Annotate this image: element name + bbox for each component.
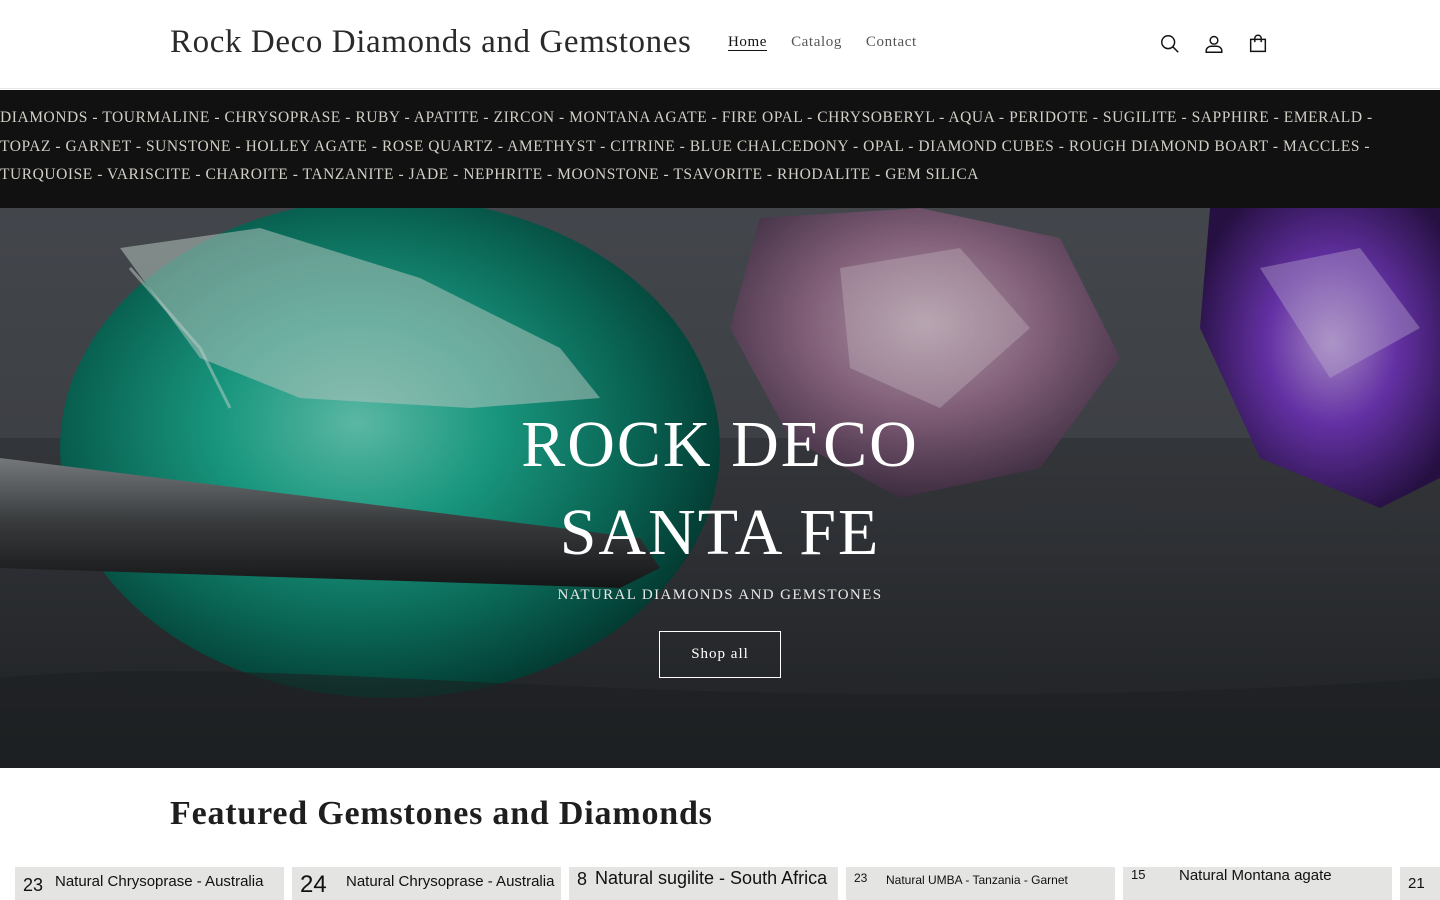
card-title: Natural Chrysoprase - Australia — [55, 873, 264, 890]
card-number: 24 — [300, 871, 327, 898]
cart-icon[interactable] — [1246, 31, 1270, 57]
hero-title: ROCK DECO SANTA FE — [0, 401, 1440, 577]
card-number: 21 — [1408, 875, 1425, 892]
nav-home[interactable]: Home — [728, 34, 767, 51]
product-card[interactable]: 21 — [1400, 867, 1440, 900]
hero-subtitle: NATURAL DIAMONDS AND GEMSTONES — [557, 587, 883, 603]
gem-list-line-1: DIAMONDS - TOURMALINE - CHRYSOPRASE - RU… — [0, 109, 1373, 126]
card-number: 23 — [23, 875, 44, 895]
main-nav: Home Catalog Contact — [728, 34, 917, 51]
nav-catalog[interactable]: Catalog — [791, 34, 842, 51]
card-number: 15 — [1131, 867, 1146, 882]
featured-section-title: Featured Gemstones and Diamonds — [170, 795, 713, 832]
product-card[interactable]: 15 Natural Montana agate — [1123, 867, 1392, 900]
card-title: Natural Chrysoprase - Australia — [346, 873, 555, 890]
product-card[interactable]: 24 Natural Chrysoprase - Australia — [292, 867, 561, 900]
site-logo[interactable]: Rock Deco Diamonds and Gemstones — [170, 24, 691, 61]
card-number: 8 — [577, 869, 588, 889]
product-card[interactable]: 23 Natural Chrysoprase - Australia — [15, 867, 284, 900]
nav-contact[interactable]: Contact — [866, 34, 917, 51]
gem-list-line-3: TURQUOISE - VARISCITE - CHAROITE - TANZA… — [0, 166, 979, 183]
card-title: Natural UMBA - Tanzania - Garnet — [886, 873, 1068, 887]
hero-title-line-2: SANTA FE — [559, 496, 881, 569]
account-icon[interactable] — [1202, 31, 1226, 57]
gemstone-list-bar: DIAMONDS - TOURMALINE - CHRYSOPRASE - RU… — [0, 90, 1440, 208]
product-card[interactable]: 8 Natural sugilite - South Africa — [569, 867, 838, 900]
gem-list-line-2: TOPAZ - GARNET - SUNSTONE - HOLLEY AGATE… — [0, 137, 1371, 155]
card-title: Natural sugilite - South Africa — [595, 868, 828, 888]
hero-title-line-1: ROCK DECO — [521, 408, 919, 481]
site-header: Rock Deco Diamonds and Gemstones Home Ca… — [0, 0, 1440, 89]
header-icons — [1158, 31, 1270, 57]
card-title: Natural Montana agate — [1179, 867, 1332, 884]
card-number: 23 — [854, 871, 868, 885]
product-card[interactable]: 23 Natural UMBA - Tanzania - Garnet — [846, 867, 1115, 900]
featured-products-row: 23 Natural Chrysoprase - Australia 24 Na… — [15, 867, 1440, 900]
shop-all-button[interactable]: Shop all — [659, 631, 781, 678]
hero-banner: ROCK DECO SANTA FE NATURAL DIAMONDS AND … — [0, 208, 1440, 768]
search-icon[interactable] — [1158, 31, 1182, 57]
hero-content: ROCK DECO SANTA FE NATURAL DIAMONDS AND … — [0, 208, 1440, 768]
